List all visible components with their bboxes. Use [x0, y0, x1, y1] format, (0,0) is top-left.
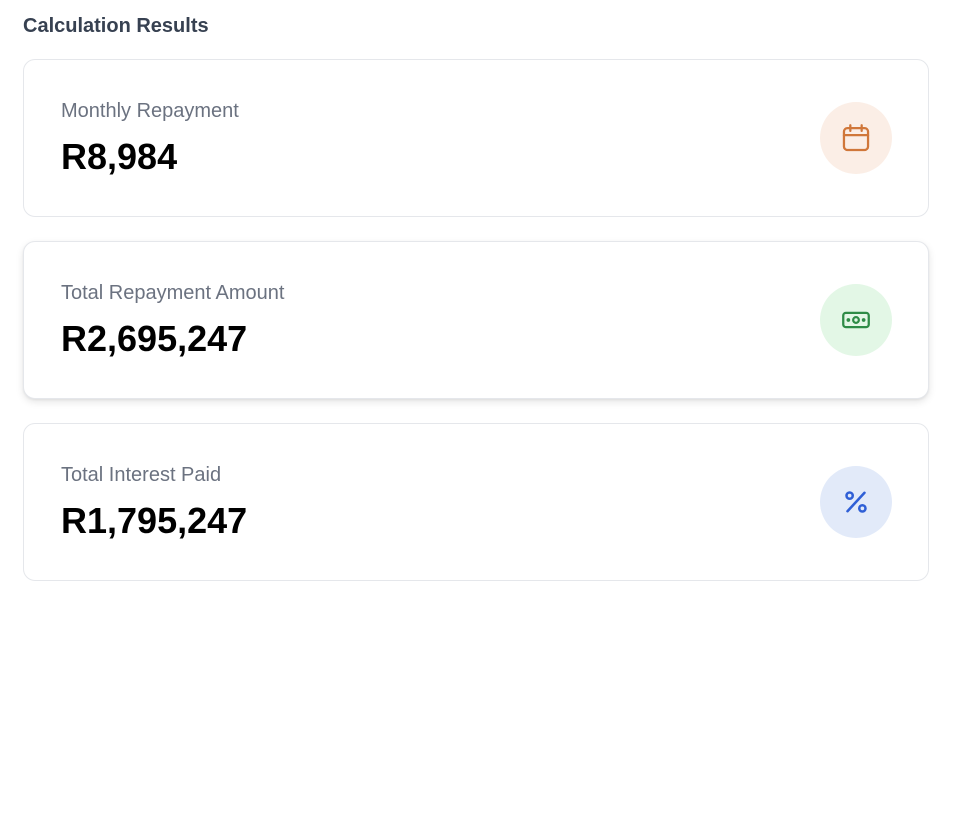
monthly-repayment-label: Monthly Repayment — [61, 100, 239, 122]
banknote-icon-badge — [820, 284, 892, 356]
section-title: Calculation Results — [23, 15, 209, 37]
total-repayment-label: Total Repayment Amount — [61, 282, 285, 304]
total-repayment-card: Total Repayment Amount R2,695,247 — [23, 241, 929, 399]
calendar-icon — [842, 124, 870, 152]
calculation-results-page: Calculation Results Monthly Repayment R8… — [0, 0, 956, 833]
results-cards: Monthly Repayment R8,984 Total Repayment… — [23, 59, 929, 605]
percent-icon-badge — [820, 466, 892, 538]
total-interest-card: Total Interest Paid R1,795,247 — [23, 423, 929, 581]
percent-icon — [845, 491, 867, 513]
monthly-repayment-value: R8,984 — [61, 136, 178, 177]
total-interest-value: R1,795,247 — [61, 500, 248, 541]
monthly-repayment-card: Monthly Repayment R8,984 — [23, 59, 929, 217]
total-repayment-value: R2,695,247 — [61, 318, 248, 359]
calendar-icon-badge — [820, 102, 892, 174]
banknote-icon — [842, 311, 870, 329]
total-interest-label: Total Interest Paid — [61, 464, 222, 486]
